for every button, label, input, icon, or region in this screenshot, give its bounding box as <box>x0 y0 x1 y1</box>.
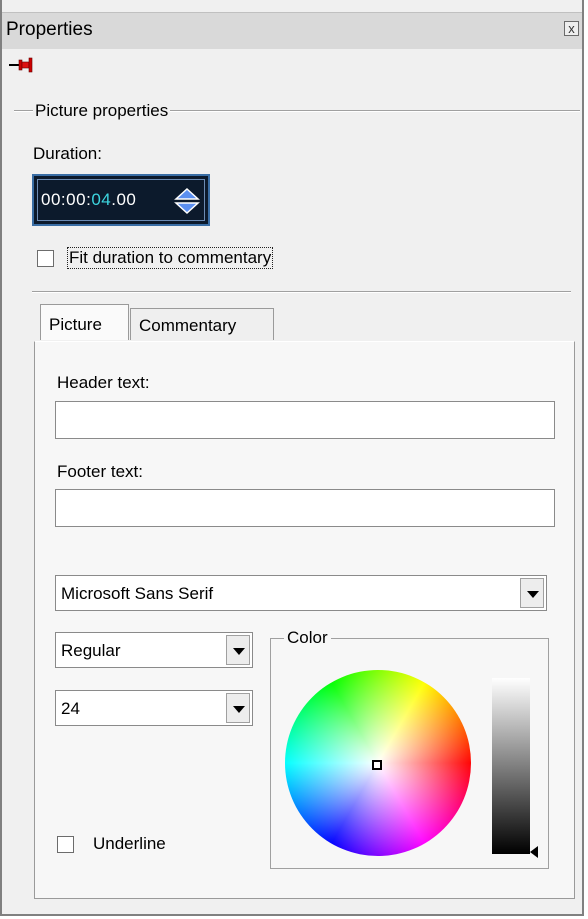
chevron-down-icon[interactable] <box>226 693 250 723</box>
title-bar: Properties x <box>2 12 582 49</box>
font-size-select[interactable]: 24 <box>55 690 253 726</box>
duration-hours: 00 <box>41 190 61 209</box>
header-text-input[interactable] <box>55 401 555 439</box>
luminance-slider[interactable] <box>492 678 530 854</box>
fit-duration-label[interactable]: Fit duration to commentary <box>67 247 274 269</box>
footer-text-label: Footer text: <box>57 462 143 481</box>
tab-commentary[interactable]: Commentary <box>130 308 274 340</box>
duration-spinner[interactable]: 00:00:04.00 <box>32 174 210 226</box>
font-family-select[interactable]: Microsoft Sans Serif <box>55 575 547 611</box>
close-icon: x <box>568 21 575 36</box>
chevron-down-icon[interactable] <box>520 578 544 608</box>
panel-title: Properties <box>6 19 93 40</box>
spin-arrows-icon[interactable] <box>173 187 201 215</box>
chevron-down-icon[interactable] <box>226 635 250 665</box>
header-text-label: Header text: <box>57 373 150 392</box>
luminance-arrow-icon[interactable] <box>530 846 538 858</box>
pushpin-icon[interactable] <box>8 55 34 75</box>
underline-checkbox[interactable] <box>57 836 74 853</box>
font-family-value: Microsoft Sans Serif <box>61 584 214 603</box>
color-wheel-cursor[interactable] <box>372 760 382 770</box>
color-group-label: Color <box>284 628 331 648</box>
fit-duration-checkbox[interactable] <box>37 250 54 267</box>
duration-label: Duration: <box>33 144 102 163</box>
tab-picture-label: Picture <box>49 315 102 334</box>
duration-seconds: 04 <box>91 190 112 209</box>
duration-value[interactable]: 00:00:04.00 <box>41 190 136 210</box>
tab-commentary-label: Commentary <box>139 316 237 335</box>
close-button[interactable]: x <box>564 21 579 36</box>
duration-minutes: 00 <box>66 190 87 209</box>
underline-label[interactable]: Underline <box>93 834 166 854</box>
picture-properties-group-label: Picture properties <box>33 101 171 121</box>
font-style-value: Regular <box>61 641 121 660</box>
footer-text-input[interactable] <box>55 489 555 527</box>
duration-frames: 00 <box>116 190 137 209</box>
font-style-select[interactable]: Regular <box>55 632 253 668</box>
section-divider <box>32 291 571 293</box>
tab-picture[interactable]: Picture <box>40 304 129 340</box>
font-size-value: 24 <box>61 699 80 718</box>
